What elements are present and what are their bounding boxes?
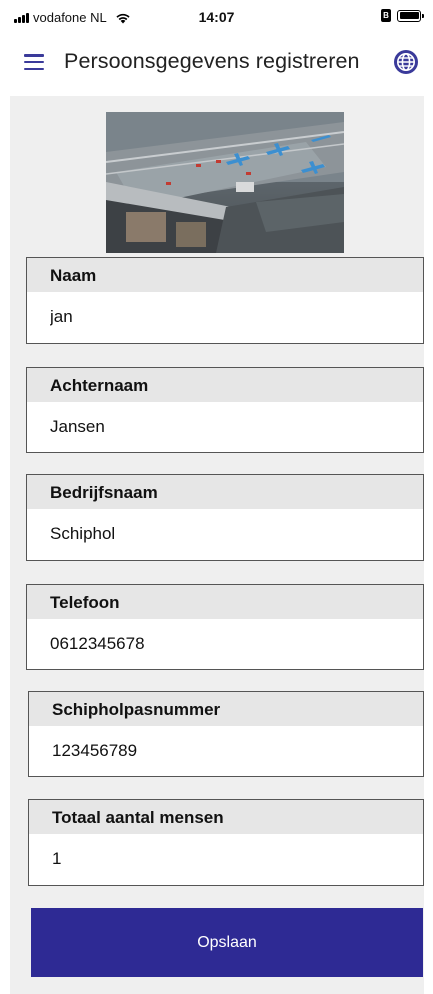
hamburger-menu-icon[interactable]	[24, 54, 44, 70]
schipholpasnummer-input[interactable]	[29, 726, 423, 776]
status-right: B	[381, 9, 424, 22]
form-container: Naam Achternaam Bedrijfsnaam Telefoon Sc…	[10, 96, 424, 994]
form-field-achternaam: Achternaam	[26, 367, 424, 453]
field-label: Schipholpasnummer	[29, 692, 423, 726]
telefoon-input[interactable]	[27, 619, 423, 669]
status-time: 14:07	[198, 9, 235, 25]
totaal-aantal-mensen-input[interactable]	[29, 834, 423, 884]
battery-icon	[397, 9, 424, 22]
form-field-bedrijfsnaam: Bedrijfsnaam	[26, 474, 424, 561]
field-label: Telefoon	[27, 585, 423, 619]
aerial-airport-photo	[106, 112, 344, 253]
form-field-schipholpasnummer: Schipholpasnummer	[28, 691, 424, 777]
field-label: Totaal aantal mensen	[29, 800, 423, 834]
form-field-telefoon: Telefoon	[26, 584, 424, 670]
field-label: Achternaam	[27, 368, 423, 402]
form-field-naam: Naam	[26, 257, 424, 344]
achternaam-input[interactable]	[27, 402, 423, 452]
save-button[interactable]: Opslaan	[31, 908, 423, 977]
field-label: Naam	[27, 258, 423, 292]
app-bar: Persoonsgegevens registreren	[0, 40, 433, 88]
bedrijfsnaam-input[interactable]	[27, 509, 423, 559]
page-title: Persoonsgegevens registreren	[64, 49, 360, 73]
naam-input[interactable]	[27, 292, 423, 342]
status-bar: vodafone NL 14:07 B	[0, 0, 433, 34]
lock-badge-icon: B	[381, 9, 391, 22]
globe-icon[interactable]	[393, 49, 419, 75]
form-field-totaal-aantal-mensen: Totaal aantal mensen	[28, 799, 424, 886]
field-label: Bedrijfsnaam	[27, 475, 423, 509]
